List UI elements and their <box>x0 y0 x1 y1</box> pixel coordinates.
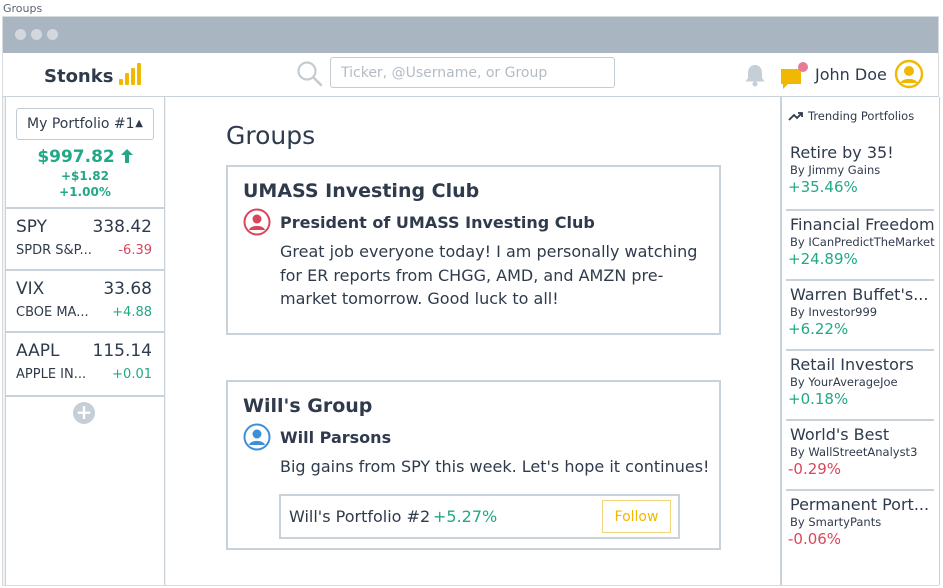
user-avatar-icon[interactable] <box>894 59 924 89</box>
post-author[interactable]: President of UMASS Investing Club <box>280 213 595 232</box>
portfolio-change-abs: +$1.82 <box>60 169 109 183</box>
shared-portfolio-change: +5.27% <box>433 507 498 526</box>
company-name: CBOE MA... <box>16 305 89 320</box>
trending-change: +35.46% <box>788 178 858 196</box>
price-change: +4.88 <box>112 305 152 320</box>
portfolio-select[interactable]: My Portfolio #1 ▲ <box>16 108 154 140</box>
user-name[interactable]: John Doe <box>815 65 887 84</box>
trending-change: +0.18% <box>788 390 849 408</box>
trending-author: By YourAverageJoe <box>790 375 898 389</box>
bell-icon[interactable] <box>742 62 768 88</box>
trending-name: Warren Buffet's... <box>790 285 929 304</box>
trending-header: Trending Portfolios <box>788 109 914 123</box>
trending-author: By SmartyPants <box>790 515 882 529</box>
trending-up-icon <box>788 112 803 121</box>
group-name[interactable]: UMASS Investing Club <box>243 180 479 202</box>
bar-chart-icon <box>119 63 142 85</box>
trending-name: Retire by 35! <box>790 143 894 162</box>
watchlist-item-spy[interactable]: SPY 338.42 SPDR S&P... -6.39 <box>6 207 164 269</box>
window-dot-minimize[interactable] <box>31 29 42 40</box>
price: 115.14 <box>92 341 152 361</box>
trending-change: -0.29% <box>788 460 842 478</box>
logo-text: Stonks <box>44 66 114 87</box>
ticker: VIX <box>16 279 45 299</box>
shared-portfolio[interactable]: Will's Portfolio #2 +5.27% Follow <box>279 494 680 539</box>
price: 338.42 <box>92 217 152 237</box>
window-dot-close[interactable] <box>15 29 26 40</box>
chevron-updown-icon: ▲ <box>135 118 143 129</box>
divider <box>786 209 934 211</box>
group-name[interactable]: Will's Group <box>243 395 372 417</box>
window-dot-maximize[interactable] <box>47 29 58 40</box>
group-card-umass[interactable]: UMASS Investing Club President of UMASS … <box>226 165 721 335</box>
trending-change: -0.06% <box>788 530 842 548</box>
trending-author: By Investor999 <box>790 305 878 319</box>
divider <box>786 419 934 421</box>
divider <box>6 395 164 397</box>
trending-change: +6.22% <box>788 320 849 338</box>
trending-name: Permanent Port... <box>790 495 930 514</box>
divider <box>786 349 934 351</box>
shared-portfolio-name: Will's Portfolio #2 <box>289 507 431 526</box>
watchlist-item-aapl[interactable]: AAPL 115.14 APPLE IN... +0.01 <box>6 331 164 393</box>
page-title: Groups <box>226 121 316 150</box>
add-ticker-button[interactable]: + <box>73 402 95 424</box>
trending-author: By Jimmy Gains <box>790 163 881 177</box>
price-change: -6.39 <box>118 243 152 258</box>
search-icon[interactable] <box>296 60 324 88</box>
main-content: Groups UMASS Investing Club President of… <box>166 97 780 585</box>
user-avatar-icon[interactable] <box>243 208 271 236</box>
follow-button[interactable]: Follow <box>602 500 671 533</box>
app-logo[interactable]: Stonks <box>44 63 142 87</box>
divider <box>786 489 934 491</box>
watchlist-item-vix[interactable]: VIX 33.68 CBOE MA... +4.88 <box>6 269 164 331</box>
post-text: Big gains from SPY this week. Let's hope… <box>280 457 710 476</box>
trending-name: World's Best <box>790 425 890 444</box>
search-input[interactable] <box>330 57 615 88</box>
trending-author: By ICanPredictTheMarket <box>790 235 935 249</box>
trending-change: +24.89% <box>788 250 858 268</box>
ticker: SPY <box>16 217 48 237</box>
title-bar <box>3 17 938 53</box>
price: 33.68 <box>103 279 152 299</box>
group-card-wills-group[interactable]: Will's Group Will Parsons Big gains from… <box>226 380 721 550</box>
app-window: Stonks John Doe My Portfolio #1 <box>2 16 940 586</box>
window-label: Groups <box>3 2 43 15</box>
user-avatar-icon[interactable] <box>243 423 271 451</box>
trending-author: By WallStreetAnalyst3 <box>790 445 918 459</box>
chat-notification-icon[interactable] <box>778 61 808 91</box>
company-name: APPLE IN... <box>16 367 87 382</box>
trending-name: Financial Freedom <box>790 215 935 234</box>
trending-sidebar: Trending Portfolios Retire by 35! By Jim… <box>780 97 940 585</box>
portfolio-select-value: My Portfolio #1 <box>27 116 135 132</box>
portfolio-change-pct: +1.00% <box>59 185 111 199</box>
trending-name: Retail Investors <box>790 355 914 374</box>
post-author[interactable]: Will Parsons <box>280 428 391 447</box>
divider <box>786 279 934 281</box>
arrow-up-icon <box>120 149 133 163</box>
price-change: +0.01 <box>112 367 152 382</box>
portfolio-sidebar: My Portfolio #1 ▲ $997.82 +$1.82 +1.00% … <box>5 97 165 585</box>
top-header: Stonks John Doe <box>3 53 938 97</box>
company-name: SPDR S&P... <box>16 243 92 258</box>
post-text: Great job everyone today! I am personall… <box>280 242 698 308</box>
portfolio-value: $997.82 <box>6 147 164 167</box>
ticker: AAPL <box>16 341 60 361</box>
